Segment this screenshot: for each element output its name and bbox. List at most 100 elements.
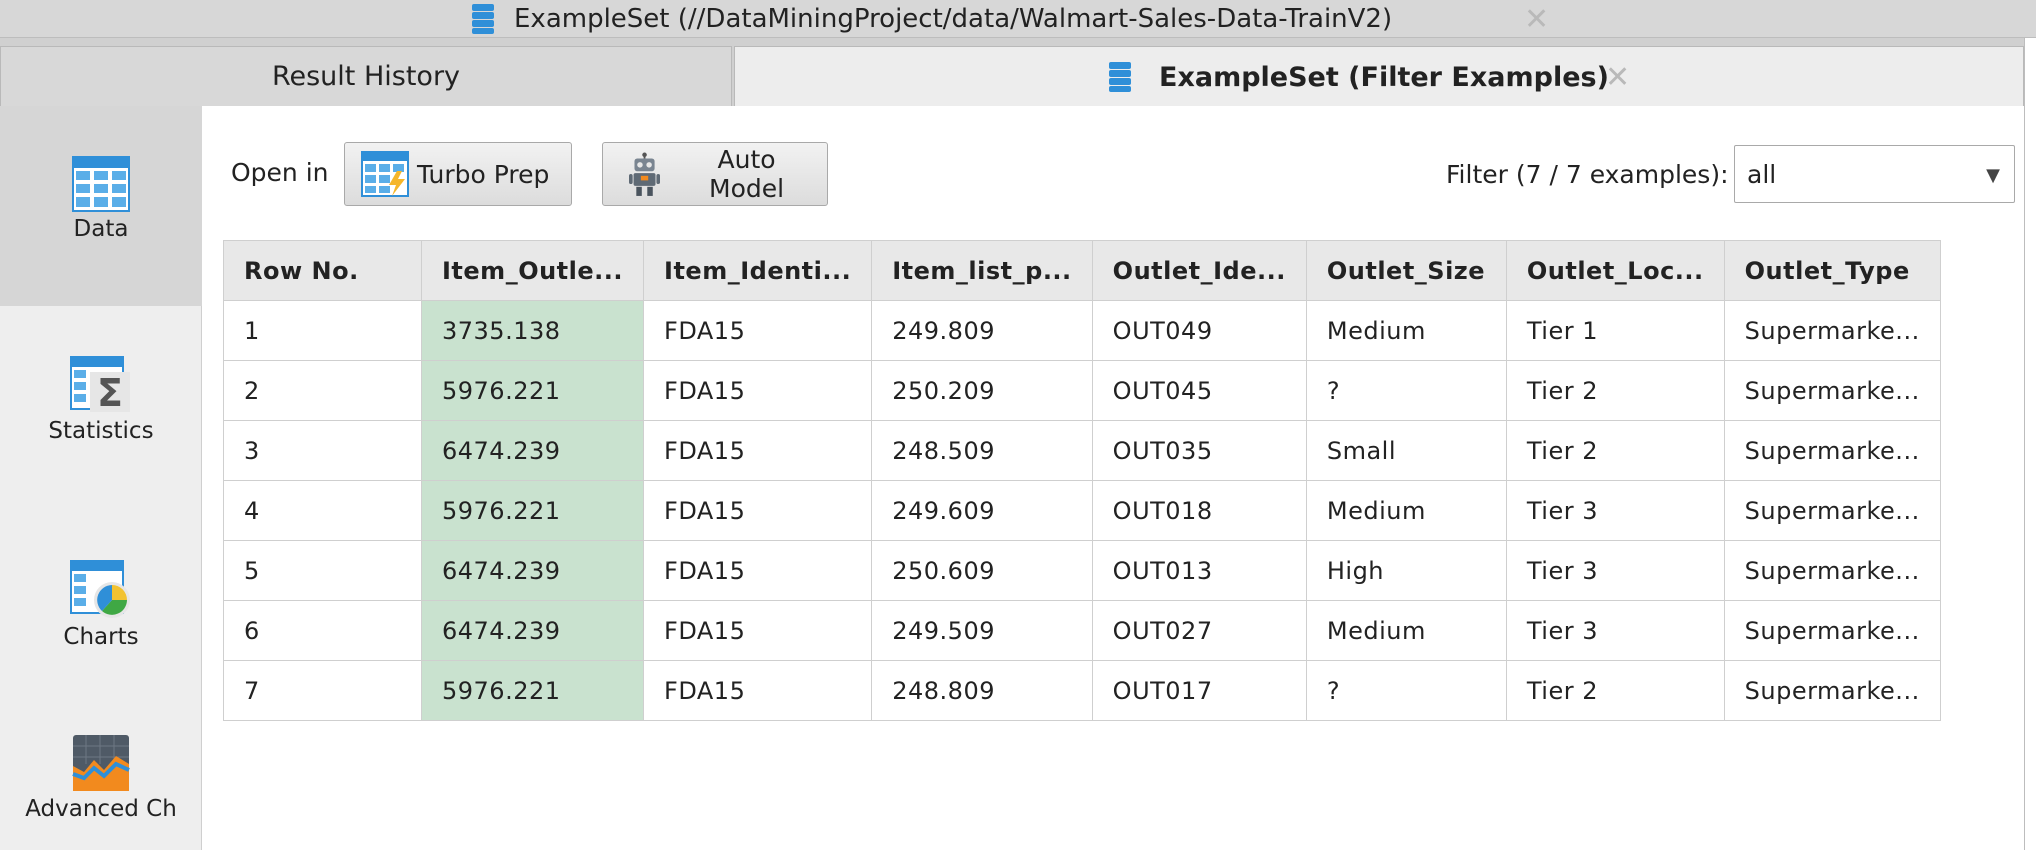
svg-text:Σ: Σ — [97, 371, 123, 414]
example-set-table: Row No. Item_Outle... Item_Identi... Ite… — [223, 240, 1941, 721]
table-cell: Supermarke... — [1723, 600, 1941, 661]
filter-dropdown[interactable]: all ▼ — [1734, 145, 2015, 203]
table-cell: 5976.221 — [420, 660, 645, 721]
column-header[interactable]: Outlet_Type — [1723, 240, 1941, 301]
tab-active-label-group: ExampleSet (Filter Examples) — [1107, 47, 1609, 107]
table-cell: OUT049 — [1091, 300, 1307, 361]
tab-result-history[interactable]: Result History — [0, 46, 732, 106]
sidebar-item-statistics[interactable]: Σ Statistics — [0, 306, 202, 506]
table-cell: Supermarke... — [1723, 300, 1941, 361]
filter-selected-value: all — [1747, 159, 1777, 189]
turbo-prep-icon — [361, 151, 409, 197]
table-cell: 248.509 — [871, 420, 1093, 481]
table-cell: 4 — [223, 480, 422, 541]
table-cell: Tier 3 — [1505, 600, 1725, 661]
tab-active-label: ExampleSet (Filter Examples) — [1159, 61, 1609, 93]
table-cell: Tier 2 — [1505, 660, 1725, 721]
table-cell: OUT027 — [1091, 600, 1307, 661]
table-row[interactable]: 5 6474.239 FDA15 250.609 OUT013 High Tie… — [223, 540, 1941, 601]
tab-result-history-label: Result History — [271, 61, 461, 92]
table-cell: FDA15 — [643, 600, 873, 661]
table-cell: 5 — [223, 540, 422, 601]
sidebar-item-charts[interactable]: Charts — [0, 506, 202, 696]
auto-model-button[interactable]: Auto Model — [602, 142, 828, 206]
table-cell: 249.809 — [871, 300, 1093, 361]
table-cell: 250.609 — [871, 540, 1093, 601]
close-icon[interactable]: ✕ — [1524, 0, 1549, 38]
table-cell: 6474.239 — [420, 540, 645, 601]
table-cell: ? — [1305, 660, 1507, 721]
close-icon[interactable]: ✕ — [1605, 47, 1630, 107]
table-row[interactable]: 2 5976.221 FDA15 250.209 OUT045 ? Tier 2… — [223, 360, 1941, 421]
column-header[interactable]: Outlet_Size — [1305, 240, 1507, 301]
table-cell: ? — [1305, 360, 1507, 421]
column-header[interactable]: Item_Identi... — [643, 240, 873, 301]
table-cell: FDA15 — [643, 660, 873, 721]
tab-exampleset-filter-examples[interactable]: ExampleSet (Filter Examples) ✕ — [734, 46, 2024, 106]
table-cell: Tier 1 — [1505, 300, 1725, 361]
table-row[interactable]: 1 3735.138 FDA15 249.809 OUT049 Medium T… — [223, 300, 1941, 361]
table-cell: 7 — [223, 660, 422, 721]
sidebar-item-advanced-charts[interactable]: Advanced Ch — [0, 696, 202, 850]
panel-edge — [2024, 38, 2036, 850]
exampleset-icon — [472, 4, 494, 34]
chevron-down-icon: ▼ — [1986, 164, 2000, 186]
data-view: Open in Turbo Prep Auto Model Filter (7 … — [203, 106, 2024, 850]
table-cell: FDA15 — [643, 300, 873, 361]
table-cell: OUT017 — [1091, 660, 1307, 721]
table-cell: 5976.221 — [420, 360, 645, 421]
table-cell: Medium — [1305, 480, 1507, 541]
table-cell: Tier 3 — [1505, 540, 1725, 601]
sidebar-item-label: Advanced Ch — [25, 796, 177, 822]
table-cell: 1 — [223, 300, 422, 361]
table-cell: Tier 3 — [1505, 480, 1725, 541]
table-row[interactable]: 3 6474.239 FDA15 248.509 OUT035 Small Ti… — [223, 420, 1941, 481]
turbo-prep-button[interactable]: Turbo Prep — [344, 142, 572, 206]
view-sidebar: Data Σ Statistics Charts Advanced Ch — [0, 106, 202, 850]
window-title-bar: ExampleSet (//DataMiningProject/data/Wal… — [0, 0, 2036, 38]
open-in-label: Open in — [231, 158, 329, 187]
table-cell: Supermarke... — [1723, 480, 1941, 541]
table-cell: FDA15 — [643, 420, 873, 481]
table-cell: Supermarke... — [1723, 660, 1941, 721]
column-header[interactable]: Outlet_Ide... — [1091, 240, 1307, 301]
robot-icon — [629, 152, 661, 196]
column-header[interactable]: Item_Outle... — [420, 240, 645, 301]
sidebar-item-label: Charts — [63, 624, 139, 650]
table-cell: OUT045 — [1091, 360, 1307, 421]
filter-label: Filter (7 / 7 examples): — [1446, 160, 1729, 189]
table-cell: Tier 2 — [1505, 420, 1725, 481]
column-header[interactable]: Row No. — [223, 240, 422, 301]
table-cell: 3735.138 — [420, 300, 645, 361]
window-title-group: ExampleSet (//DataMiningProject/data/Wal… — [470, 0, 1392, 38]
table-cell: Supermarke... — [1723, 360, 1941, 421]
advanced-charts-icon — [72, 735, 130, 791]
table-cell: Tier 2 — [1505, 360, 1725, 421]
table-cell: Small — [1305, 420, 1507, 481]
result-tabs: Result History ExampleSet (Filter Exampl… — [0, 38, 2036, 106]
table-cell: 250.209 — [871, 360, 1093, 421]
table-cell: Medium — [1305, 300, 1507, 361]
table-row[interactable]: 7 5976.221 FDA15 248.809 OUT017 ? Tier 2… — [223, 660, 1941, 721]
table-cell: 5976.221 — [420, 480, 645, 541]
table-cell: Medium — [1305, 600, 1507, 661]
column-header[interactable]: Outlet_Loc... — [1505, 240, 1725, 301]
sidebar-item-label: Statistics — [48, 418, 154, 444]
table-cell: OUT018 — [1091, 480, 1307, 541]
table-cell: Supermarke... — [1723, 540, 1941, 601]
table-row[interactable]: 6 6474.239 FDA15 249.509 OUT027 Medium T… — [223, 600, 1941, 661]
table-cell: High — [1305, 540, 1507, 601]
statistics-sigma-icon: Σ — [70, 356, 130, 414]
table-row[interactable]: 4 5976.221 FDA15 249.609 OUT018 Medium T… — [223, 480, 1941, 541]
table-cell: Supermarke... — [1723, 420, 1941, 481]
table-cell: 3 — [223, 420, 422, 481]
turbo-prep-label: Turbo Prep — [417, 159, 550, 189]
sidebar-item-data[interactable]: Data — [0, 106, 202, 306]
table-cell: OUT013 — [1091, 540, 1307, 601]
table-cell: 6474.239 — [420, 420, 645, 481]
column-header[interactable]: Item_list_p... — [871, 240, 1093, 301]
table-cell: FDA15 — [643, 540, 873, 601]
sidebar-item-label: Data — [73, 216, 129, 242]
table-cell: 248.809 — [871, 660, 1093, 721]
table-cell: 249.509 — [871, 600, 1093, 661]
